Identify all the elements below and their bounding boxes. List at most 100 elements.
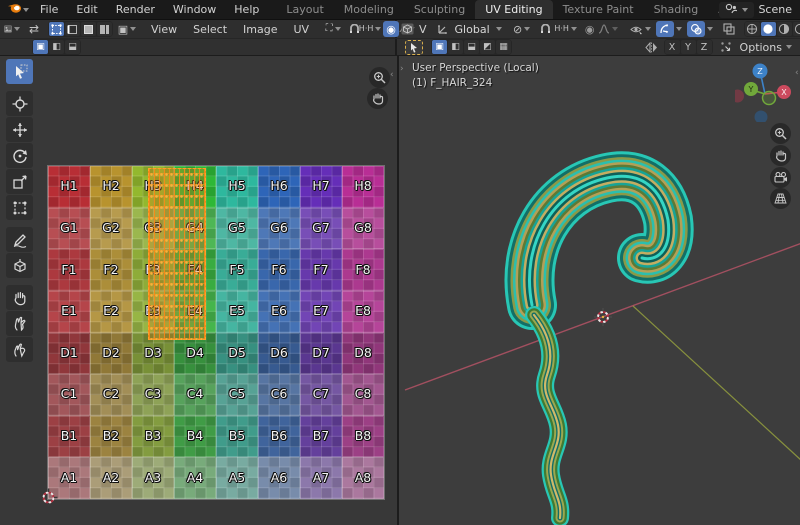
- orientation-icon: [435, 21, 451, 37]
- transform-orientation-dropdown[interactable]: Global: [451, 23, 494, 36]
- tool-annotate-button[interactable]: [6, 227, 33, 252]
- uv-menu-select[interactable]: Select: [185, 23, 235, 36]
- mirror-z-button[interactable]: Z: [697, 40, 712, 54]
- menu-window[interactable]: Window: [164, 0, 225, 19]
- mirror-icon[interactable]: [644, 39, 660, 55]
- menu-edit[interactable]: Edit: [67, 0, 106, 19]
- gizmo-x-neg-axis[interactable]: [735, 90, 744, 103]
- viewport-editor-type-button[interactable]: [399, 21, 415, 37]
- show-gizmo-toggle[interactable]: [656, 21, 674, 37]
- grid-cell-label: E7: [313, 303, 329, 318]
- scene-name[interactable]: Scene: [758, 3, 792, 16]
- selected-uv-island[interactable]: [148, 168, 206, 340]
- tool-rotate-button[interactable]: [6, 143, 33, 168]
- grid-cell-C2: C2: [90, 374, 132, 416]
- vp-camera-view-button[interactable]: [770, 167, 791, 188]
- grid-cell-label: H8: [354, 178, 371, 193]
- active-tool-tweak-button[interactable]: [405, 40, 423, 55]
- xray-toggle[interactable]: [720, 21, 738, 37]
- uv-select-mode-edge[interactable]: [65, 22, 80, 36]
- gizmo-y-neg-axis[interactable]: [763, 92, 776, 105]
- viewport-canvas[interactable]: › User Perspective (Local) (1) F_HAIR_32…: [397, 56, 800, 525]
- vp-pan-button[interactable]: [770, 145, 791, 166]
- tool-move-button[interactable]: [6, 117, 33, 142]
- uv-pivot-point-dropdown[interactable]: ⛶: [325, 21, 341, 37]
- gizmo-caret-icon[interactable]: [676, 27, 682, 31]
- grid-cell-label: B2: [103, 428, 120, 443]
- svg-text:Z: Z: [757, 67, 763, 76]
- uv-zoom-button[interactable]: [369, 67, 390, 88]
- tab-sculpting[interactable]: Sculpting: [404, 0, 475, 19]
- uv-region-collapse-icon[interactable]: ‹: [390, 70, 394, 80]
- uv-sticky-selection-dropdown[interactable]: ▣: [119, 21, 135, 37]
- uv-select-mode-island[interactable]: [97, 22, 112, 36]
- tab-uv-editing[interactable]: UV Editing: [475, 0, 552, 19]
- scene-selector[interactable]: [719, 2, 754, 18]
- uv-select-mode-face[interactable]: [81, 22, 96, 36]
- tool-pinch-button[interactable]: [6, 337, 33, 362]
- tool-relax-button[interactable]: [6, 311, 33, 336]
- mirror-y-button[interactable]: Y: [681, 40, 696, 54]
- uv-op-set-button[interactable]: ▣: [33, 40, 48, 54]
- vp-zoom-button[interactable]: [770, 123, 791, 144]
- uv-op-subtract-button[interactable]: ⬓: [65, 40, 80, 54]
- shading-wireframe-button[interactable]: [745, 22, 760, 36]
- tab-layout[interactable]: Layout: [276, 0, 333, 19]
- shading-material-button[interactable]: [777, 22, 792, 36]
- vp-proportional-falloff-dropdown[interactable]: [598, 21, 618, 37]
- tab-modeling[interactable]: Modeling: [334, 0, 404, 19]
- shading-rendered-button[interactable]: [793, 22, 800, 36]
- tool-cursor-button[interactable]: [6, 91, 33, 116]
- grid-cell-label: A4: [187, 470, 204, 485]
- vp-toggle-ortho-button[interactable]: [770, 188, 791, 209]
- tool-grab-button[interactable]: [6, 285, 33, 310]
- menu-file[interactable]: File: [31, 0, 67, 19]
- tab-texture-paint[interactable]: Texture Paint: [553, 0, 644, 19]
- uv-snap-with-dropdown[interactable]: H·H: [362, 21, 378, 37]
- tab-animation[interactable]: Animation: [708, 0, 719, 19]
- vp-pivot-point-dropdown[interactable]: ⊘: [510, 21, 534, 37]
- menu-render[interactable]: Render: [107, 0, 164, 19]
- hair-mesh-object[interactable]: [529, 176, 668, 518]
- viewport-menu-truncated[interactable]: V: [415, 23, 431, 36]
- visibility-icon[interactable]: [630, 21, 651, 37]
- vp-region-collapse-icon[interactable]: ‹: [795, 68, 799, 78]
- uv-op-extend-button[interactable]: ◧: [49, 40, 64, 54]
- tool-transform-button[interactable]: [6, 195, 33, 220]
- uv-2d-cursor[interactable]: [39, 488, 58, 507]
- uv-pan-button[interactable]: [367, 88, 388, 109]
- tool-tweak-button[interactable]: [6, 59, 33, 84]
- uv-editor-type-button[interactable]: [4, 21, 20, 37]
- vp-op-intersect-button[interactable]: ▦: [496, 40, 511, 54]
- uv-editor-canvas[interactable]: H1H2H3H4H5H6H7H8G1G2G3G4G5G6G7G8F1F2F3F4…: [0, 56, 397, 525]
- cursor-icon: [12, 96, 28, 112]
- tool-rip-region-button[interactable]: [6, 253, 33, 278]
- uv-menu-uv[interactable]: UV: [286, 23, 318, 36]
- navigation-gizmo[interactable]: Z Y X: [735, 62, 795, 122]
- vp-op-extend-button[interactable]: ◧: [448, 40, 463, 54]
- vp-proportional-editing-toggle[interactable]: ◉: [582, 21, 598, 37]
- options-dropdown[interactable]: Options: [740, 41, 792, 54]
- vp-op-subtract-button[interactable]: ⬓: [464, 40, 479, 54]
- vp-snap-toggle[interactable]: [538, 21, 554, 37]
- snap-base-icon[interactable]: [718, 39, 734, 55]
- vp-op-invert-button[interactable]: ◩: [480, 40, 495, 54]
- uv-select-mode-vertex[interactable]: [49, 22, 64, 36]
- 3d-cursor[interactable]: [594, 308, 612, 326]
- mirror-x-button[interactable]: X: [665, 40, 680, 54]
- menu-help[interactable]: Help: [225, 0, 268, 19]
- vp-snap-with-dropdown[interactable]: H·H: [554, 21, 578, 37]
- tab-shading[interactable]: Shading: [644, 0, 709, 19]
- uv-sync-selection-toggle[interactable]: ⇄: [26, 21, 42, 37]
- vp-op-set-button[interactable]: ▣: [432, 40, 447, 54]
- overlays-caret-icon[interactable]: [707, 27, 713, 31]
- shading-solid-button[interactable]: [761, 22, 776, 36]
- show-overlays-toggle[interactable]: [687, 21, 705, 37]
- uv-menu-image[interactable]: Image: [235, 23, 285, 36]
- gizmo-z-neg-axis[interactable]: [755, 111, 768, 123]
- scene-icon: [725, 3, 737, 17]
- uv-menu-view[interactable]: View: [143, 23, 185, 36]
- tool-scale-button[interactable]: [6, 169, 33, 194]
- grid-cell-D1: D1: [48, 333, 90, 375]
- blender-logo-icon[interactable]: [7, 2, 22, 17]
